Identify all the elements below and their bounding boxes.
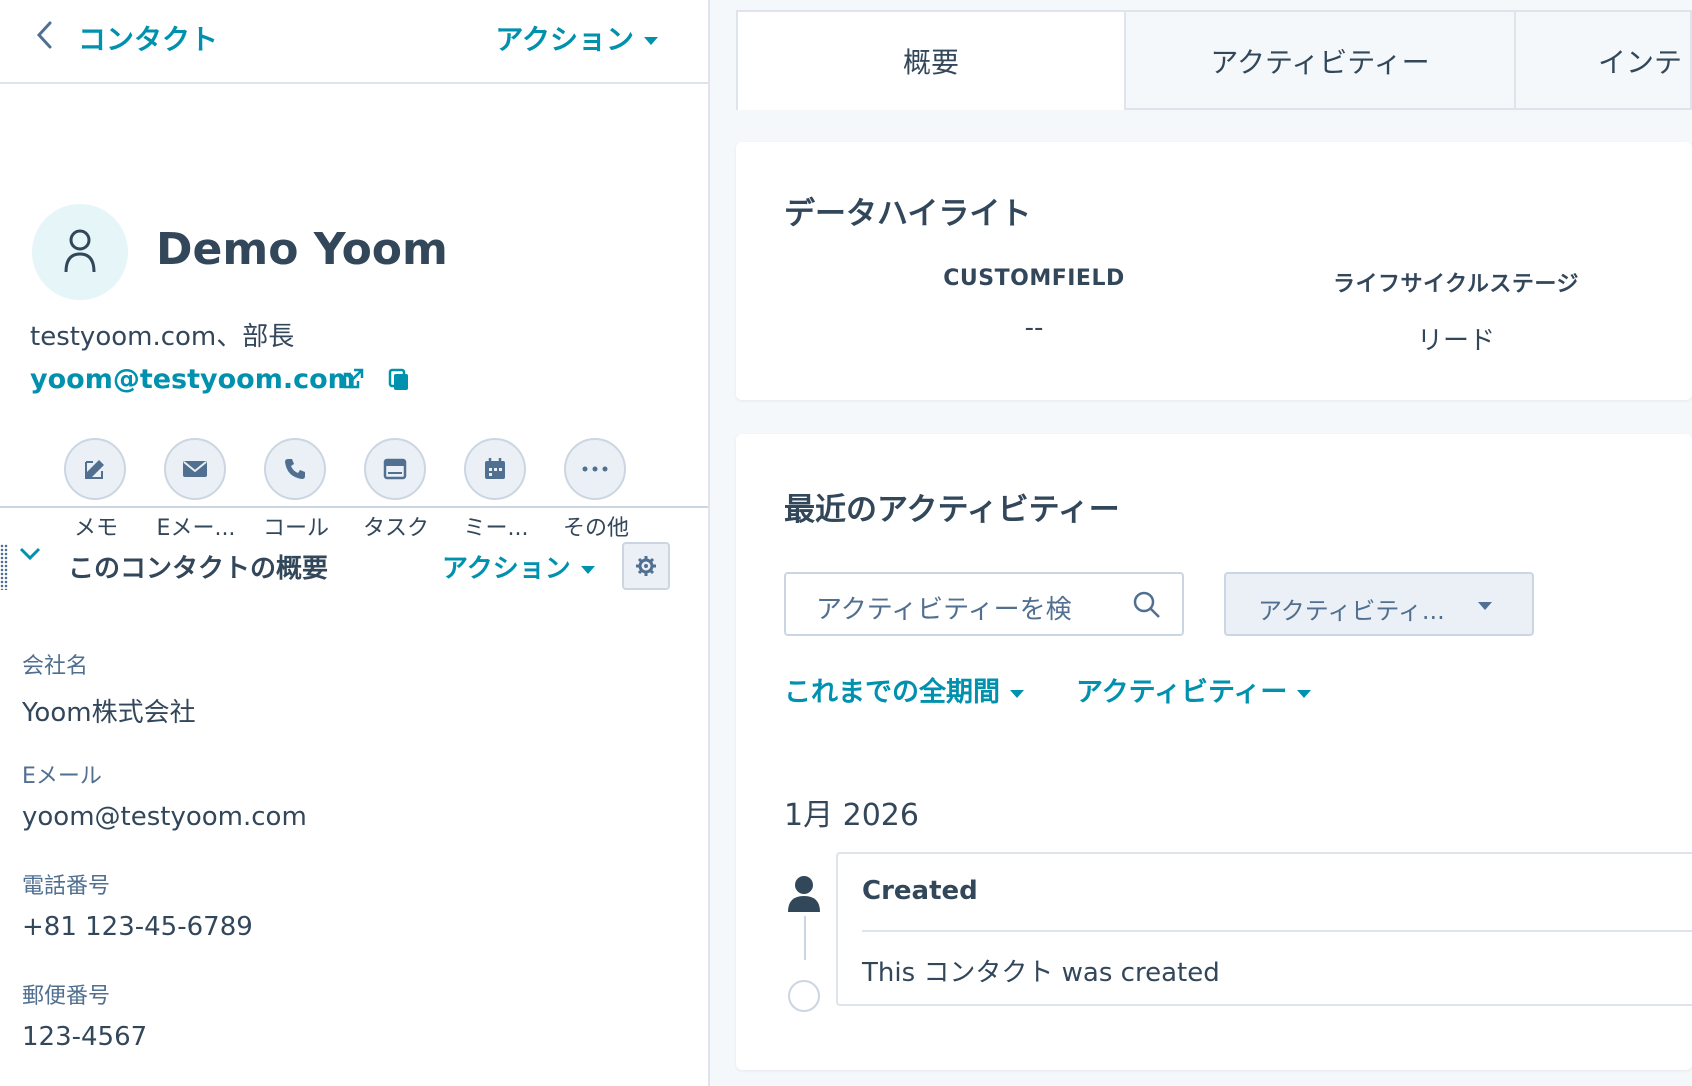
caret-down-icon xyxy=(644,37,658,45)
property-email: Eメール yoom@testyoom.com xyxy=(22,758,307,832)
property-value[interactable]: +81 123-45-6789 xyxy=(22,912,253,942)
summary-actions-dropdown[interactable]: アクション xyxy=(442,548,595,585)
highlight-label: ライフサイクルステージ xyxy=(1333,272,1579,297)
more-icon xyxy=(582,466,608,472)
more-action[interactable]: その他 xyxy=(563,438,629,541)
search-icon xyxy=(1132,590,1162,624)
contact-email-link[interactable]: yoom@testyoom.com xyxy=(30,364,356,395)
timeline-dot xyxy=(788,980,820,1012)
task-action[interactable]: タスク xyxy=(363,438,429,541)
activity-type-label: アクティビティー xyxy=(1076,677,1288,708)
divider xyxy=(862,930,1692,932)
property-label: Eメール xyxy=(22,764,102,789)
main-content: 概要 アクティビティー インテ データハイライト CUSTOMFIELD -- … xyxy=(712,0,1692,1086)
property-company: 会社名 Yoom株式会社 xyxy=(22,648,196,729)
property-postal-code: 郵便番号 123-4567 xyxy=(22,978,147,1052)
property-value[interactable]: 123-4567 xyxy=(22,1022,147,1052)
recent-activity-title: 最近のアクティビティー xyxy=(784,492,1120,528)
date-range-filter[interactable]: これまでの全期間 xyxy=(784,670,1024,709)
highlight-customfield: CUSTOMFIELD -- xyxy=(884,266,1184,343)
copy-icon[interactable] xyxy=(388,368,410,396)
chevron-left-icon[interactable] xyxy=(34,20,54,58)
contact-sidebar: コンタクト アクション Demo Yoom testyoom.com、部長 yo… xyxy=(0,0,710,1086)
entry-body: This コンタクト was created xyxy=(862,958,1220,988)
gear-icon xyxy=(636,556,656,576)
timeline-line xyxy=(804,916,806,960)
caret-down-icon xyxy=(1010,689,1024,698)
property-value[interactable]: yoom@testyoom.com xyxy=(22,802,307,832)
entry-title: Created xyxy=(862,876,978,906)
edit-icon xyxy=(85,460,104,479)
email-action[interactable]: Eメー... xyxy=(157,438,235,541)
date-range-label: これまでの全期間 xyxy=(784,677,1000,708)
tab-overview[interactable]: 概要 xyxy=(738,12,1126,110)
tab-bar: 概要 アクティビティー インテ xyxy=(736,10,1692,110)
timeline-month: 1月 2026 xyxy=(784,798,919,833)
activity-type-select[interactable]: アクティビティ... xyxy=(1224,572,1534,636)
contact-subtitle: testyoom.com、部長 xyxy=(30,322,295,352)
envelope-icon xyxy=(183,461,207,477)
settings-button[interactable] xyxy=(622,542,670,590)
tab-activity[interactable]: アクティビティー xyxy=(1126,12,1516,110)
tab-intelligence[interactable]: インテ xyxy=(1516,12,1692,110)
meeting-action[interactable]: ミー... xyxy=(464,438,528,541)
contact-profile: Demo Yoom testyoom.com、部長 yoom@testyoom.… xyxy=(0,84,708,541)
user-icon xyxy=(786,874,822,918)
user-icon xyxy=(64,229,96,273)
highlight-label: CUSTOMFIELD xyxy=(943,266,1125,291)
caret-down-icon xyxy=(1297,689,1312,698)
caret-down-icon xyxy=(1478,602,1492,610)
call-action[interactable]: コール xyxy=(263,438,329,541)
calendar-icon xyxy=(485,458,505,479)
property-label: 郵便番号 xyxy=(22,984,111,1009)
activity-type-filter[interactable]: アクティビティー xyxy=(1076,670,1312,709)
chevron-down-icon[interactable] xyxy=(18,546,42,566)
drag-handle-icon[interactable] xyxy=(0,544,8,590)
external-link-icon[interactable] xyxy=(342,368,364,394)
search-placeholder: アクティビティーを検 xyxy=(816,595,1072,625)
property-label: 電話番号 xyxy=(22,874,111,899)
highlights-title: データハイライト xyxy=(784,196,1032,232)
note-action[interactable]: メモ xyxy=(64,438,128,541)
sidebar-topbar: コンタクト アクション xyxy=(0,0,708,84)
property-value[interactable]: Yoom株式会社 xyxy=(22,692,196,729)
phone-icon xyxy=(285,459,305,479)
avatar[interactable] xyxy=(32,204,128,300)
activity-search-input[interactable]: アクティビティーを検 xyxy=(784,572,1184,636)
highlight-value: リード xyxy=(1416,326,1495,356)
back-to-contacts-link[interactable]: コンタクト xyxy=(78,18,218,58)
summary-header: このコンタクトの概要 アクション xyxy=(0,510,708,600)
caret-down-icon xyxy=(580,565,595,574)
summary-actions-label: アクション xyxy=(442,554,571,584)
highlight-lifecycle-stage: ライフサイクルステージ リード xyxy=(1276,266,1636,357)
actions-label: アクション xyxy=(495,23,634,56)
data-highlights-card: データハイライト CUSTOMFIELD -- ライフサイクルステージ リード xyxy=(736,142,1692,400)
highlight-value: -- xyxy=(1024,313,1044,343)
activity-entry[interactable]: Created This コンタクト was created xyxy=(836,852,1692,1006)
contact-name[interactable]: Demo Yoom xyxy=(156,224,448,275)
summary-title: このコンタクトの概要 xyxy=(68,554,329,584)
property-label: 会社名 xyxy=(22,654,89,679)
property-phone: 電話番号 +81 123-45-6789 xyxy=(22,868,253,942)
task-icon xyxy=(383,458,407,480)
actions-dropdown[interactable]: アクション xyxy=(495,18,658,58)
recent-activity-card: 最近のアクティビティー アクティビティーを検 アクティビティ... これまでの全… xyxy=(736,434,1692,1070)
select-value: アクティビティ... xyxy=(1258,597,1445,625)
